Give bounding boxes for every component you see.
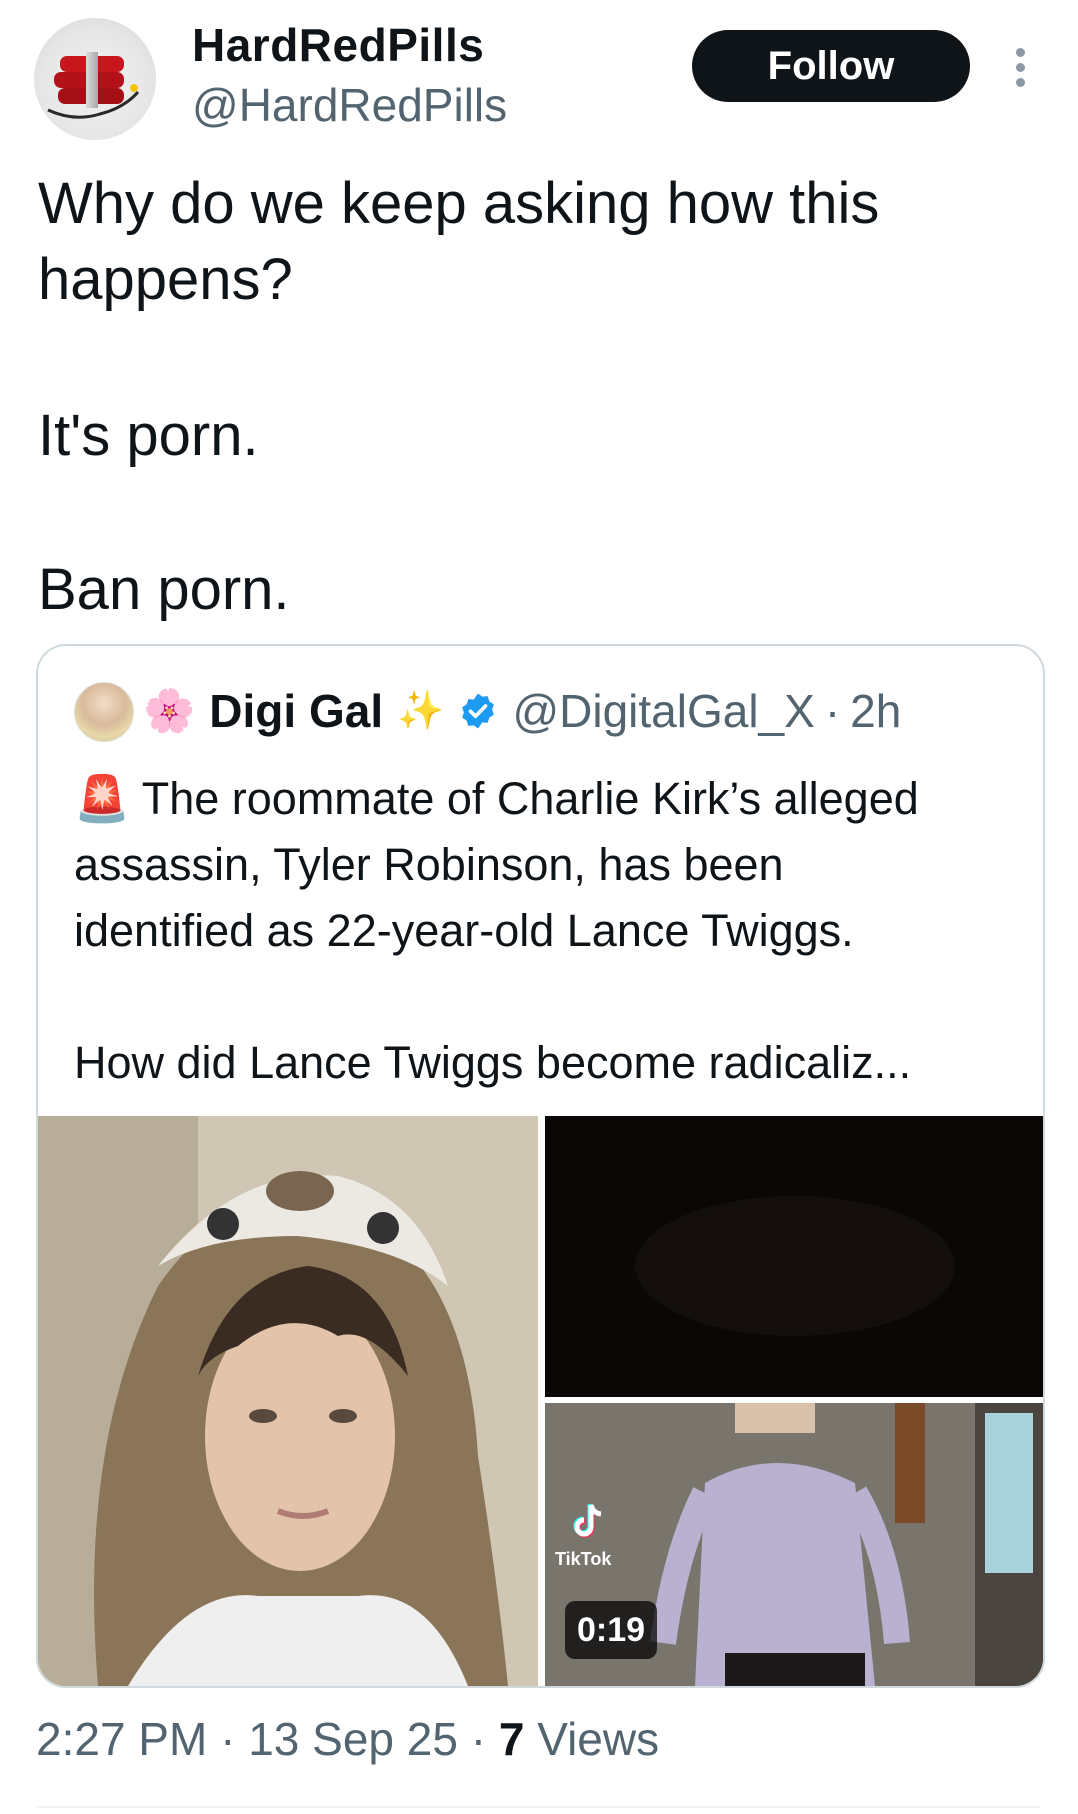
flower-emoji: 🌸 [143,686,196,734]
dot-separator: · [220,1713,236,1765]
hooded-person-image [38,1116,538,1686]
divider [36,1806,1041,1808]
dark-video-frame[interactable] [545,1116,1043,1397]
quote-author-handle[interactable]: @DigitalGal_X [512,684,814,738]
tweet-text-line: happens? [38,247,293,312]
tweet-text-line: Why do we keep asking how this [38,171,880,236]
dark-image [545,1116,1043,1397]
more-options-icon[interactable] [1005,45,1035,95]
tweet-date[interactable]: 13 Sep 25 [248,1713,458,1765]
quote-text-line: How did Lance Twiggs become radicaliz... [74,1037,912,1088]
tweet-time[interactable]: 2:27 PM [36,1713,207,1765]
photo-hooded-person[interactable] [38,1116,538,1686]
quote-text-line: 🚨 The roommate of Charlie Kirk’s alleged [74,766,919,832]
dot-separator: · [470,1713,487,1765]
more-dot [1015,63,1025,72]
tweet-meta: 2:27 PM · 13 Sep 25 · 7 Views [36,1712,659,1766]
quote-text: The roommate of Charlie Kirk’s alleged [141,773,919,824]
quote-text-line: assassin, Tyler Robinson, has been [74,839,784,890]
follow-button[interactable]: Follow [692,30,970,102]
video-thumbnail[interactable]: TikTok 0:19 [545,1403,1043,1686]
quote-timestamp[interactable]: 2h [850,684,901,738]
views-label: Views [537,1713,660,1765]
tiktok-watermark: TikTok [555,1549,612,1569]
siren-emoji: 🚨 [74,773,131,824]
author-handle[interactable]: @HardRedPills [192,78,507,132]
views-count: 7 [498,1713,525,1765]
quote-author-avatar[interactable] [74,682,134,742]
tweet-text-line: Ban porn. [38,557,290,622]
quoted-tweet-card[interactable]: 🌸 Digi Gal ✨ @DigitalGal_X · 2h 🚨 The ro… [36,644,1045,1688]
more-dot [1015,48,1025,57]
verified-badge-icon [458,691,498,731]
quote-author-name[interactable]: Digi Gal [209,684,383,738]
more-dot [1015,78,1025,87]
sparkle-emoji: ✨ [397,690,445,732]
dynamite-bundle-icon [47,52,140,119]
quote-text-line: identified as 22-year-old Lance Twiggs. [74,905,854,956]
author-avatar[interactable] [34,18,156,140]
video-duration-badge: 0:19 [565,1601,657,1659]
author-name[interactable]: HardRedPills [192,18,484,72]
dot-separator: · [824,685,841,737]
media-grid: TikTok 0:19 [38,1116,1043,1686]
tweet-text-line: It's porn. [38,403,259,468]
quote-header: 🌸 Digi Gal ✨ @DigitalGal_X · 2h [143,680,901,742]
tiktok-logo-icon [573,1501,607,1541]
